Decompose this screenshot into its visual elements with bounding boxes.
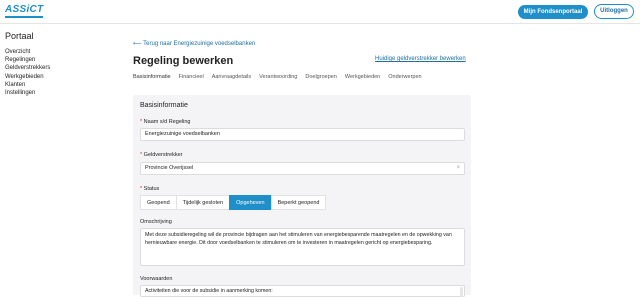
section-title: Basisinformatie <box>140 102 188 109</box>
page-title: Regeling bewerken <box>133 55 234 67</box>
edit-funder-link[interactable]: Huidige geldverstrekker bewerken <box>375 56 466 62</box>
status-option-beperkt-geopend[interactable]: Beperkt geopend <box>270 195 327 210</box>
logo-underline <box>5 16 43 18</box>
name-input[interactable]: Energiezuinige voedselbanken <box>140 128 465 141</box>
status-label-row: * Status <box>140 186 159 192</box>
tab-basisinformatie[interactable]: Basisinformatie <box>133 72 171 86</box>
funder-label-row: * Geldverstrekker <box>140 152 183 158</box>
status-segmented-control: Geopend Tijdelijk gesloten Opgeheven Bep… <box>140 195 327 210</box>
description-textarea[interactable]: Met deze subsidieregeling wil de provinc… <box>140 228 465 266</box>
sidebar-item-werkgebieden[interactable]: Werkgebieden <box>5 73 50 81</box>
back-link[interactable]: ⟵ Terug naar Energiezuinige voedselbanke… <box>133 40 255 47</box>
conditions-textarea[interactable]: Activiteiten die voor de subsidie in aan… <box>140 285 465 297</box>
required-marker: * <box>140 152 143 158</box>
required-marker: * <box>140 186 143 192</box>
sidebar-nav: Overzicht Regelingen Geldverstrekkers We… <box>5 48 50 97</box>
funder-value: Provincie Overijssel <box>145 165 194 171</box>
tab-bar: Basisinformatie Financieel Aanvraagdetai… <box>133 72 422 86</box>
status-label: Status <box>143 186 160 192</box>
sidebar-title: Portaal <box>5 31 34 41</box>
tab-werkgebieden[interactable]: Werkgebieden <box>345 72 380 86</box>
funder-label: Geldverstrekker <box>143 152 183 158</box>
sidebar-item-klanten[interactable]: Klanten <box>5 81 50 89</box>
sidebar-item-overzicht[interactable]: Overzicht <box>5 48 50 56</box>
status-option-opgeheven[interactable]: Opgeheven <box>229 195 272 210</box>
logo-text: ASSiCT <box>5 4 44 15</box>
name-label-row: * Naam s/d Regeling <box>140 119 190 125</box>
top-bar: ASSiCT Mijn Fondsenportaal Uitloggen <box>0 0 640 24</box>
sidebar-item-instellingen[interactable]: Instellingen <box>5 89 50 97</box>
clear-icon[interactable]: × <box>456 163 460 174</box>
conditions-label: Voorwaarden <box>140 276 173 282</box>
description-label: Omschrijving <box>140 219 172 225</box>
tab-verantwoording[interactable]: Verantwoording <box>259 72 297 86</box>
conditions-text: Activiteiten die voor de subsidie in aan… <box>145 288 273 294</box>
tab-financieel[interactable]: Financieel <box>179 72 204 86</box>
sidebar-item-regelingen[interactable]: Regelingen <box>5 56 50 64</box>
tab-onderwerpen[interactable]: Onderwerpen <box>388 72 421 86</box>
tab-aanvraagdetails[interactable]: Aanvraagdetails <box>212 72 251 86</box>
fund-portal-button[interactable]: Mijn Fondsenportaal <box>518 5 588 19</box>
tab-doelgroepen[interactable]: Doelgroepen <box>305 72 337 86</box>
assict-logo[interactable]: ASSiCT <box>5 4 45 18</box>
funder-select[interactable]: Provincie Overijssel × <box>140 162 465 175</box>
status-option-geopend[interactable]: Geopend <box>140 195 177 210</box>
required-marker: * <box>140 119 143 125</box>
basisinformatie-card: Basisinformatie * Naam s/d Regeling Ener… <box>133 95 471 297</box>
status-option-tijdelijk-gesloten[interactable]: Tijdelijk gesloten <box>175 195 231 210</box>
sidebar-item-geldverstrekkers[interactable]: Geldverstrekkers <box>5 64 50 72</box>
name-label: Naam s/d Regeling <box>143 119 191 125</box>
logout-button[interactable]: Uitloggen <box>594 4 634 19</box>
conditions-scrollbar[interactable] <box>460 287 463 297</box>
